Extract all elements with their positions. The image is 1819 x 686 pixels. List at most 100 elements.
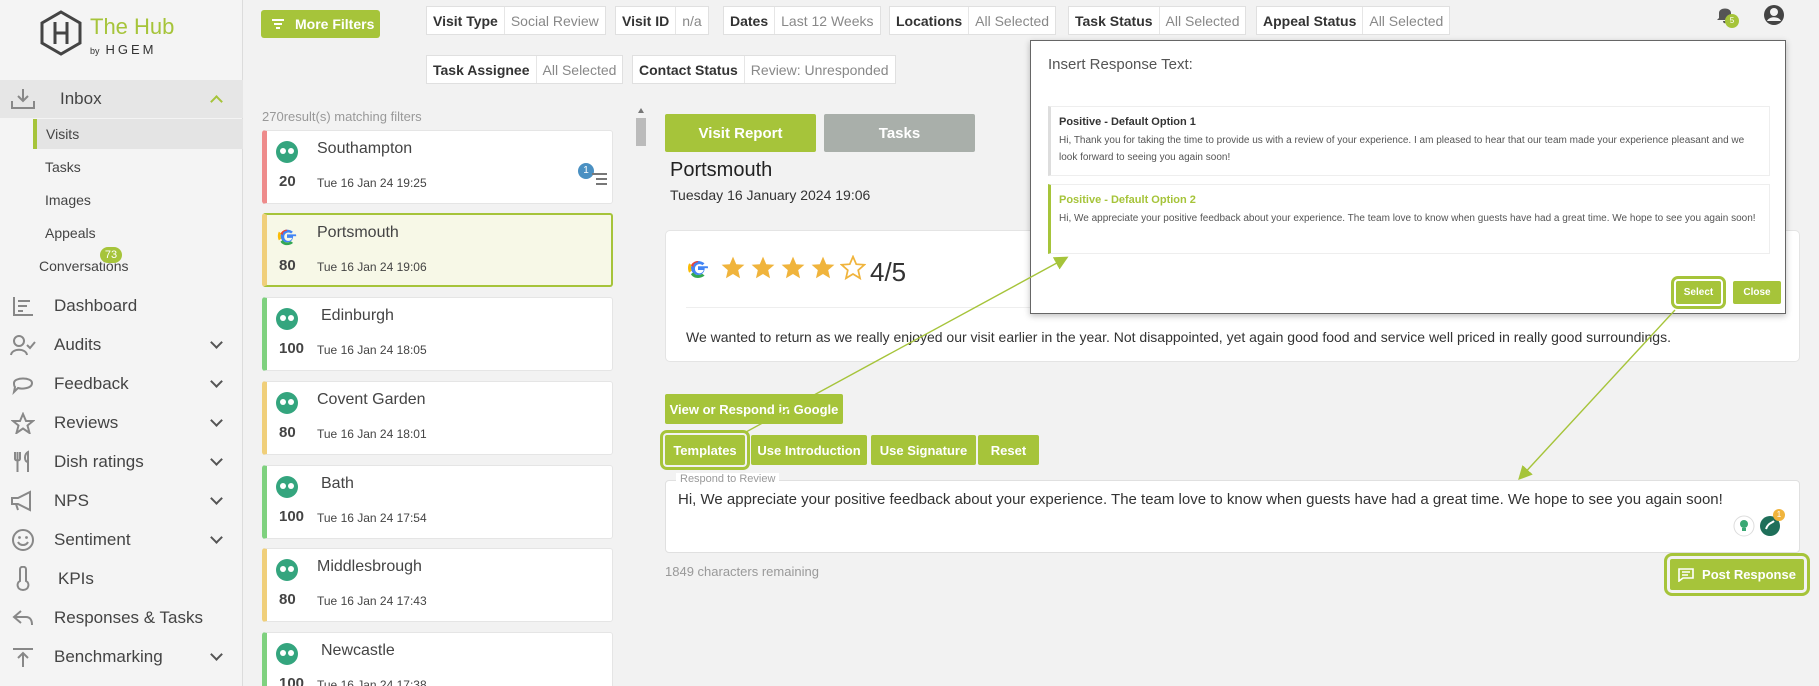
notifications-button[interactable]: 5: [1715, 4, 1739, 28]
tripadvisor-owl-icon: [276, 141, 298, 163]
post-response-button[interactable]: Post Response: [1664, 553, 1810, 596]
visit-card[interactable]: Southampton 20 Tue 16 Jan 24 19:25 1: [262, 130, 613, 204]
list-menu-icon[interactable]: [592, 173, 607, 185]
response-textarea[interactable]: Respond to Review Hi, We appreciate your…: [665, 473, 1800, 553]
visit-card[interactable]: Bath 100 Tue 16 Jan 24 17:54: [262, 465, 613, 539]
response-field-label: Respond to Review: [676, 473, 780, 485]
sidebar-item-reviews[interactable]: Reviews: [0, 404, 243, 442]
lightbulb-icon[interactable]: [1733, 515, 1755, 537]
template-option-selected[interactable]: Positive - Default Option 2 Hi, We appre…: [1048, 184, 1770, 254]
sidebar-item-label: Audits: [54, 335, 102, 354]
select-button[interactable]: Select: [1671, 276, 1726, 309]
filter-key: Contact Status: [639, 61, 738, 78]
sidebar-item-dish-ratings[interactable]: Dish ratings: [0, 443, 243, 481]
inbox-icon: [9, 85, 37, 113]
close-button[interactable]: Close: [1733, 281, 1781, 304]
sidebar-item-responses-tasks[interactable]: Responses & Tasks: [0, 599, 243, 637]
filter-locations[interactable]: Locations All Selected: [889, 6, 1057, 35]
filter-dates[interactable]: Dates Last 12 Weeks: [723, 6, 881, 35]
sidebar-item-benchmarking[interactable]: Benchmarking: [0, 638, 243, 676]
visit-location: Newcastle: [321, 642, 395, 659]
visit-date: Tue 16 Jan 24 18:05: [317, 343, 427, 357]
sidebar-subitem-images[interactable]: Images: [33, 185, 243, 215]
cutlery-icon: [9, 448, 37, 476]
sidebar-item-label: Sentiment: [54, 530, 131, 549]
sidebar-item-label: Dish ratings: [54, 452, 144, 471]
reply-icon: [9, 604, 37, 632]
sidebar-item-dashboard[interactable]: Dashboard: [0, 287, 243, 325]
visit-score: 80: [279, 591, 296, 608]
sidebar-item-kpis[interactable]: KPIs: [0, 560, 243, 598]
sidebar-item-sentiment[interactable]: Sentiment: [0, 521, 243, 559]
assistant-button[interactable]: 1: [1759, 509, 1785, 542]
star-filled-icon: [781, 256, 805, 279]
results-count: 270result(s) matching filters: [262, 109, 422, 124]
more-filters-button[interactable]: More Filters: [261, 10, 380, 38]
insert-response-dialog: Insert Response Text: Positive - Default…: [1030, 40, 1786, 314]
sidebar-item-audits[interactable]: Audits: [0, 326, 243, 364]
visit-card-selected[interactable]: Portsmouth 80 Tue 16 Jan 24 19:06: [262, 213, 613, 287]
sidebar-subitem-visits[interactable]: Visits: [33, 119, 243, 149]
visit-datetime: Tuesday 16 January 2024 19:06: [670, 187, 871, 203]
chevron-down-icon: [210, 492, 223, 505]
post-response-label: Post Response: [1702, 567, 1796, 582]
sidebar-subitem-appeals[interactable]: Appeals: [33, 218, 243, 248]
assist-icons: 1: [1733, 509, 1785, 542]
visit-card[interactable]: Middlesbrough 80 Tue 16 Jan 24 17:43: [262, 548, 613, 622]
visit-card[interactable]: Newcastle 100 Tue 16 Jan 24 17:38: [262, 632, 613, 686]
characters-remaining: 1849 characters remaining: [665, 564, 819, 579]
use-introduction-button[interactable]: Use Introduction: [751, 435, 867, 465]
visit-card[interactable]: Covent Garden 80 Tue 16 Jan 24 18:01: [262, 381, 613, 455]
chevron-up-icon: [210, 95, 223, 108]
view-respond-google-button[interactable]: View or Respond in Google: [665, 394, 843, 424]
tab-tasks[interactable]: Tasks: [824, 114, 975, 152]
tab-visit-report[interactable]: Visit Report: [665, 114, 816, 152]
tripadvisor-owl-icon: [276, 476, 298, 498]
filter-task-assignee[interactable]: Task Assignee All Selected: [426, 55, 624, 84]
template-option[interactable]: Positive - Default Option 1 Hi, Thank yo…: [1048, 106, 1770, 176]
filter-visit-type[interactable]: Visit Type Social Review: [426, 6, 606, 35]
user-account-icon[interactable]: [1763, 4, 1785, 26]
google-g-icon: [277, 229, 297, 246]
sidebar-item-label: Reviews: [54, 413, 119, 432]
filter-appeal-status[interactable]: Appeal Status All Selected: [1256, 6, 1451, 35]
sidebar-item-label: KPIs: [58, 569, 94, 588]
star-empty-icon: [840, 255, 866, 281]
sidebar-subitem-conversations[interactable]: Conversations: [27, 251, 237, 281]
brand-byline: by HGEM: [90, 42, 157, 57]
star-filled-icon: [751, 256, 775, 279]
rating-value: 4/5: [870, 257, 907, 287]
sidebar-item-feedback[interactable]: Feedback: [0, 365, 243, 403]
template-option-body: Hi, We appreciate your positive feedback…: [1059, 213, 1756, 224]
notification-count-badge: 5: [1725, 14, 1739, 28]
sidebar-item-nps[interactable]: NPS: [0, 482, 243, 520]
visit-card[interactable]: Edinburgh 100 Tue 16 Jan 24 18:05: [262, 297, 613, 371]
sidebar-item-inbox[interactable]: Inbox: [0, 80, 243, 118]
visit-date: Tue 16 Jan 24 19:06: [317, 260, 427, 274]
visit-location: Southampton: [317, 140, 413, 157]
chevron-down-icon: [210, 648, 223, 661]
chevron-down-icon: [210, 453, 223, 466]
google-g-icon: [688, 261, 708, 278]
list-scrollbar[interactable]: [636, 108, 646, 686]
bar-chart-icon: [9, 292, 37, 320]
reset-button[interactable]: Reset: [978, 435, 1039, 465]
filter-task-status[interactable]: Task Status All Selected: [1068, 6, 1247, 35]
sidebar: The Hub by HGEM Inbox Visits Tasks Images…: [0, 0, 243, 686]
app-logo[interactable]: The Hub by HGEM: [38, 8, 208, 58]
filter-visit-id[interactable]: Visit ID n/a: [615, 6, 709, 35]
visit-score: 20: [279, 173, 296, 190]
scrollbar-thumb[interactable]: [636, 118, 646, 146]
templates-button[interactable]: Templates: [660, 430, 750, 470]
filter-contact-status[interactable]: Contact Status Review: Unresponded: [632, 55, 896, 84]
use-signature-button[interactable]: Use Signature: [871, 435, 976, 465]
visit-location: Middlesbrough: [317, 558, 422, 575]
response-text: Hi, We appreciate your positive feedback…: [678, 491, 1723, 508]
filter-value: All Selected: [535, 56, 623, 83]
scroll-up-arrow-icon[interactable]: [638, 108, 644, 113]
sidebar-item-label: Responses & Tasks: [54, 608, 203, 627]
chevron-down-icon: [210, 375, 223, 388]
filter-key: Visit ID: [622, 12, 670, 29]
sidebar-subitem-tasks[interactable]: Tasks: [33, 152, 243, 182]
visit-score: 100: [279, 508, 305, 525]
